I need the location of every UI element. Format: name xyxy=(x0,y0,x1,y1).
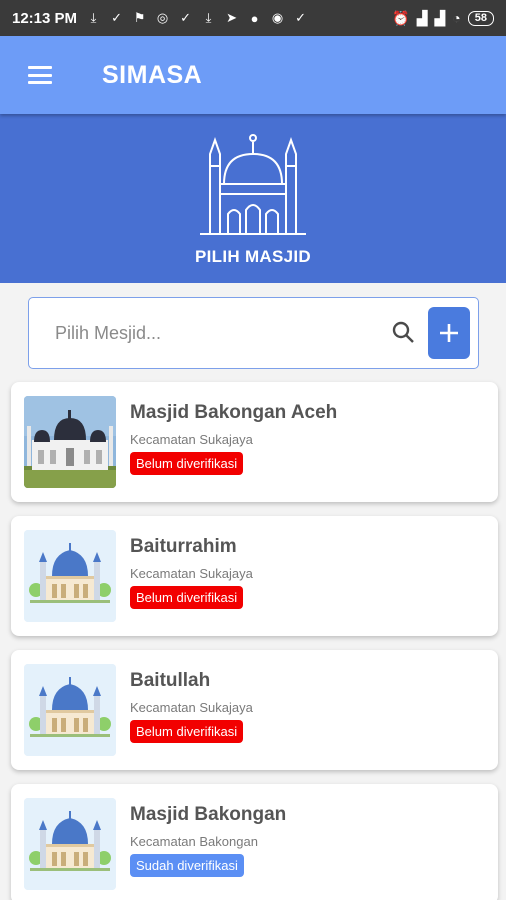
search-icon[interactable] xyxy=(391,320,415,344)
plus-icon xyxy=(440,324,458,342)
mosque-photo xyxy=(24,396,116,488)
mosque-name: Masjid Bakongan xyxy=(130,804,287,825)
status-badge: Sudah diverifikasi xyxy=(130,854,244,877)
status-badge: Belum diverifikasi xyxy=(130,720,244,743)
download-icon: ⤓ xyxy=(205,10,212,25)
search-box xyxy=(28,297,479,369)
mosque-illustration xyxy=(24,798,116,890)
hero-title: PILIH MASJID xyxy=(194,247,311,266)
check-icon: ✓ xyxy=(295,10,306,25)
mosque-name: Masjid Bakongan Aceh xyxy=(130,402,338,423)
flag-icon: ⚑ xyxy=(133,10,146,25)
mosque-district: Kecamatan Bakongan xyxy=(130,834,258,849)
mosque-district: Kecamatan Sukajaya xyxy=(130,432,253,447)
status-time: 12:13 PM xyxy=(12,9,78,27)
telegram-icon: ➤ xyxy=(226,10,237,25)
hamburger-menu-icon[interactable] xyxy=(28,66,52,84)
wifi-icon: ◔ xyxy=(452,10,461,26)
mosque-illustration xyxy=(24,530,116,622)
chat-icon: ● xyxy=(250,10,259,26)
mosque-district: Kecamatan Sukajaya xyxy=(130,700,253,715)
mosque-card[interactable]: Baiturrahim Kecamatan Sukajaya Belum div… xyxy=(11,516,498,636)
mosque-name: Baiturrahim xyxy=(130,536,237,557)
status-bar: 12:13 PM ⤓ ✓ ⚑ ◎ ✓ ⤓ ➤ ● ◉ ✓ ⏰ ▟ ▟ ◔ 58 xyxy=(0,0,506,36)
signal-icon: ▟ xyxy=(416,9,428,26)
alarm-icon: ⏰ xyxy=(392,9,410,26)
check-icon: ✓ xyxy=(180,10,191,25)
mosque-card[interactable]: Masjid Bakongan Kecamatan Bakongan Sudah… xyxy=(11,784,498,900)
signal-icon: ▟ xyxy=(434,9,446,26)
status-badge: Belum diverifikasi xyxy=(130,452,244,475)
app-title: SIMASA xyxy=(102,60,203,89)
battery-icon: 58 xyxy=(467,10,494,26)
hero-banner: PILIH MASJID xyxy=(0,114,506,283)
instagram-icon: ◎ xyxy=(156,10,169,25)
mosque-card[interactable]: Masjid Bakongan Aceh Kecamatan Sukajaya … xyxy=(11,382,498,502)
mosque-district: Kecamatan Sukajaya xyxy=(130,566,253,581)
mosque-illustration xyxy=(24,664,116,756)
whatsapp-icon: ◉ xyxy=(271,10,284,25)
status-badge: Belum diverifikasi xyxy=(130,586,244,609)
notification-icons: ⤓ ✓ ⚑ ◎ ✓ ⤓ ➤ ● ◉ ✓ xyxy=(85,10,309,26)
add-mosque-button[interactable] xyxy=(428,307,470,359)
mosque-card[interactable]: Baitullah Kecamatan Sukajaya Belum diver… xyxy=(11,650,498,770)
download-icon: ⤓ xyxy=(90,10,97,25)
mosque-outline-icon xyxy=(200,134,306,235)
check-icon: ✓ xyxy=(111,10,122,25)
search-input[interactable] xyxy=(55,322,385,344)
app-bar: SIMASA xyxy=(0,36,506,114)
mosque-name: Baitullah xyxy=(130,670,211,691)
